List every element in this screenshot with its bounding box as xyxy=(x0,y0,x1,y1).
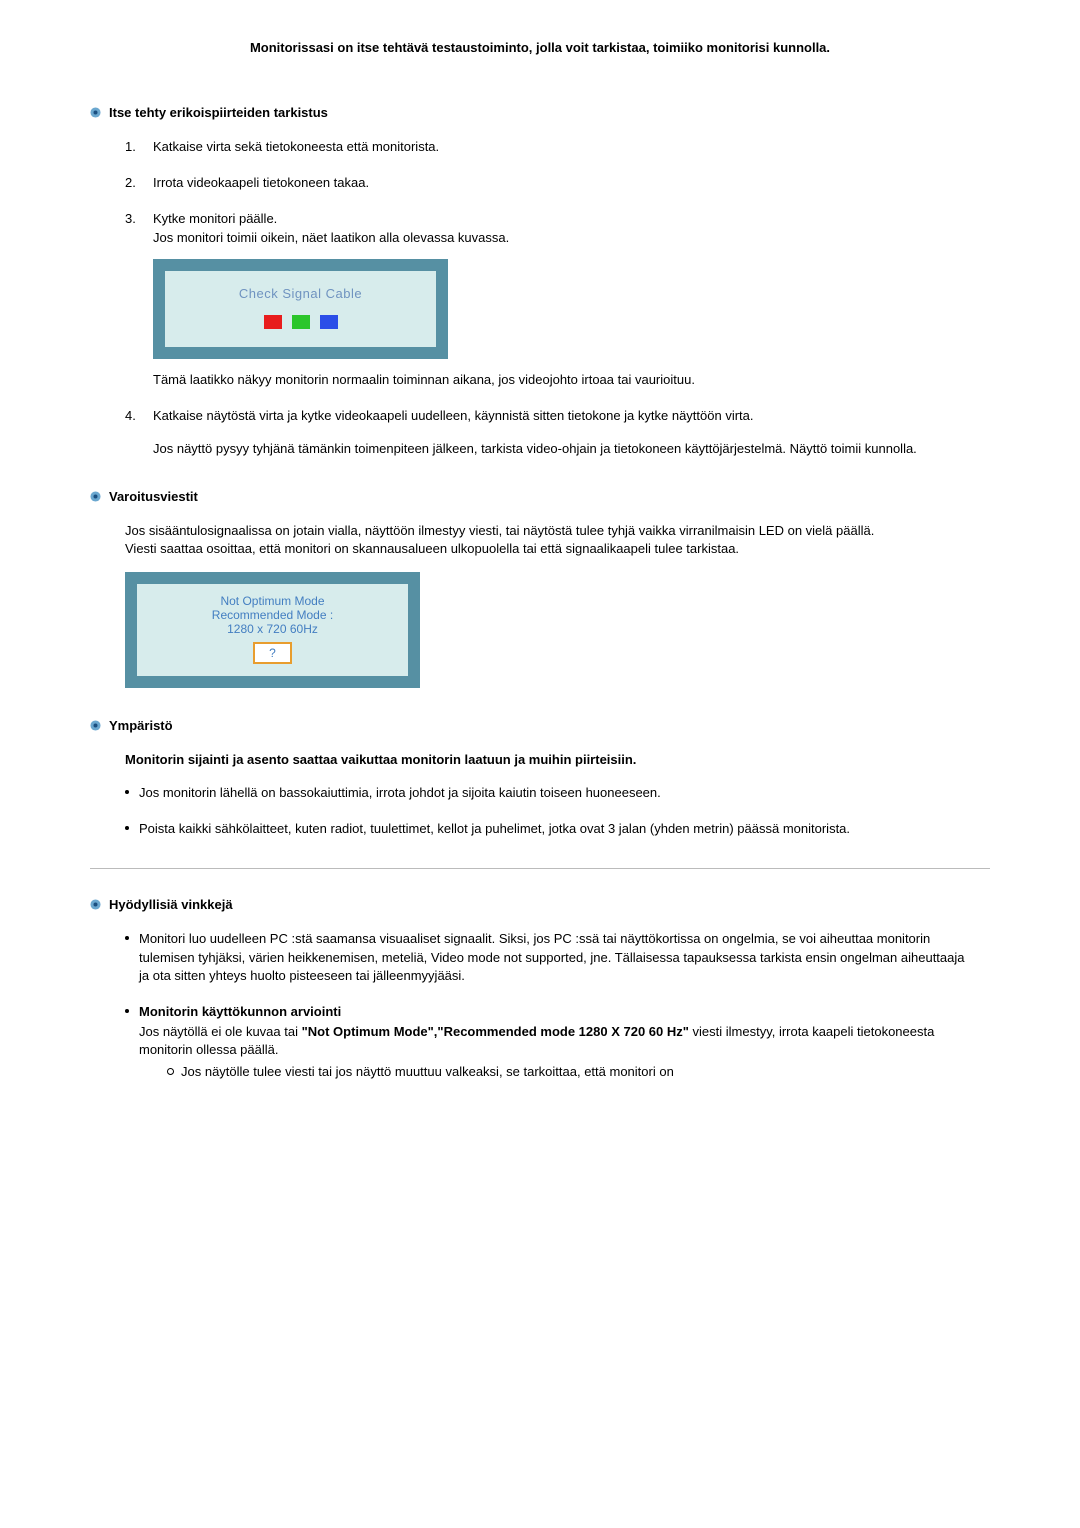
diagram-text: Check Signal Cable xyxy=(165,285,436,303)
opt-line3: 1280 x 720 60Hz xyxy=(137,622,408,636)
env-list: Jos monitorin lähellä on bassokaiuttimia… xyxy=(125,784,970,838)
section-header: Hyödyllisiä vinkkejä xyxy=(90,897,1030,912)
section-title: Hyödyllisiä vinkkejä xyxy=(109,897,233,912)
separator xyxy=(90,868,990,869)
steps-list: Katkaise virta sekä tietokoneesta että m… xyxy=(125,138,970,459)
section-title: Itse tehty erikoispiirteiden tarkistus xyxy=(109,105,328,120)
rgb-row xyxy=(165,315,436,329)
step-4: Katkaise näytöstä virta ja kytke videoka… xyxy=(125,407,970,458)
step-3-line1: Kytke monitori päälle. xyxy=(153,210,970,228)
tip-2: Monitorin käyttökunnon arviointi Jos näy… xyxy=(125,1003,970,1080)
tip-2-sub-1: Jos näytölle tulee viesti tai jos näyttö… xyxy=(167,1063,970,1081)
section-header: Varoitusviestit xyxy=(90,489,1030,504)
bullet-icon xyxy=(90,491,101,502)
warning-para2: Viesti saattaa osoittaa, että monitori o… xyxy=(125,540,970,558)
env-bullet-2: Poista kaikki sähkölaitteet, kuten radio… xyxy=(125,820,970,838)
opt-line2: Recommended Mode : xyxy=(137,608,408,622)
section-title: Varoitusviestit xyxy=(109,489,198,504)
step-1: Katkaise virta sekä tietokoneesta että m… xyxy=(125,138,970,156)
section-tips: Hyödyllisiä vinkkejä Monitori luo uudell… xyxy=(50,897,1030,1080)
tip-1: Monitori luo uudelleen PC :stä saamansa … xyxy=(125,930,970,985)
diagram-inner: Check Signal Cable xyxy=(165,271,436,347)
blue-square xyxy=(320,315,338,329)
section-header: Itse tehty erikoispiirteiden tarkistus xyxy=(90,105,1030,120)
tip-2-title: Monitorin käyttökunnon arviointi xyxy=(139,1003,970,1021)
step-3-line2: Jos monitori toimii oikein, näet laatiko… xyxy=(153,229,970,247)
tip-2-bold: "Not Optimum Mode","Recommended mode 128… xyxy=(302,1024,689,1039)
section-header: Ympäristö xyxy=(90,718,1030,733)
red-square xyxy=(264,315,282,329)
tip-2-text-a: Jos näytöllä ei ole kuvaa tai xyxy=(139,1024,302,1039)
step-4-line1: Katkaise näytöstä virta ja kytke videoka… xyxy=(153,407,970,425)
bullet-icon xyxy=(90,899,101,910)
green-square xyxy=(292,315,310,329)
check-signal-diagram: Check Signal Cable xyxy=(153,259,448,359)
step-4-line2: Jos näyttö pysyy tyhjänä tämänkin toimen… xyxy=(153,440,970,458)
env-bullet-1: Jos monitorin lähellä on bassokaiuttimia… xyxy=(125,784,970,802)
diagram-inner: Not Optimum Mode Recommended Mode : 1280… xyxy=(137,584,408,676)
opt-line1: Not Optimum Mode xyxy=(137,594,408,608)
step-3-note: Tämä laatikko näkyy monitorin normaalin … xyxy=(153,371,970,389)
section-title: Ympäristö xyxy=(109,718,173,733)
intro-text: Monitorissasi on itse tehtävä testaustoi… xyxy=(50,40,1030,55)
question-box: ? xyxy=(253,642,292,664)
optimum-diagram: Not Optimum Mode Recommended Mode : 1280… xyxy=(125,572,420,688)
tip-2-sublist: Jos näytölle tulee viesti tai jos näyttö… xyxy=(139,1063,970,1081)
step-3: Kytke monitori päälle. Jos monitori toim… xyxy=(125,210,970,389)
tips-list: Monitori luo uudelleen PC :stä saamansa … xyxy=(125,930,970,1080)
env-heading: Monitorin sijainti ja asento saattaa vai… xyxy=(125,751,970,769)
bullet-icon xyxy=(90,720,101,731)
section-self-test: Itse tehty erikoispiirteiden tarkistus K… xyxy=(50,105,1030,459)
warning-para1: Jos sisääntulosignaalissa on jotain vial… xyxy=(125,522,970,540)
step-2: Irrota videokaapeli tietokoneen takaa. xyxy=(125,174,970,192)
section-warning: Varoitusviestit Jos sisääntulosignaaliss… xyxy=(50,489,1030,688)
bullet-icon xyxy=(90,107,101,118)
section-environment: Ympäristö Monitorin sijainti ja asento s… xyxy=(50,718,1030,839)
